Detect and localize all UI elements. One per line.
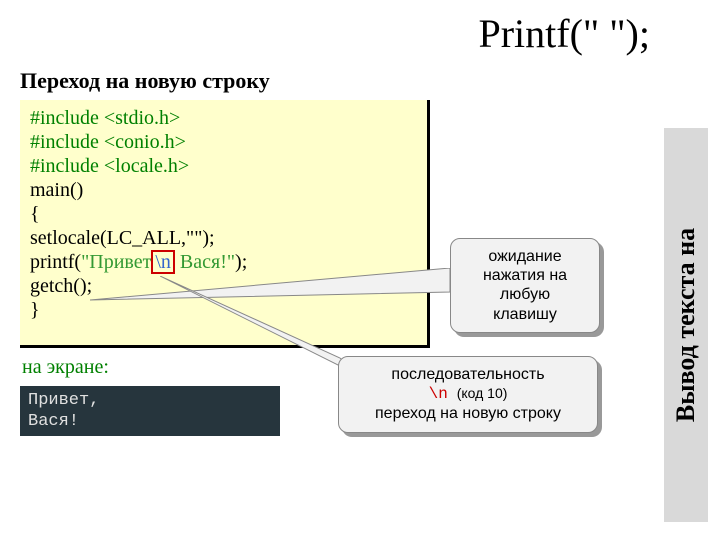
callout2-line3: переход на новую строку xyxy=(349,404,587,423)
callout2-line2: \n (код 10) xyxy=(349,384,587,404)
code-main: main() xyxy=(30,178,417,202)
newline-highlight: \n xyxy=(151,250,175,274)
sidebar-text: Вывод текста на xyxy=(671,228,701,422)
section-subtitle: Переход на новую строку xyxy=(20,68,270,94)
code-block: #include <stdio.h> #include <conio.h> #i… xyxy=(20,100,430,348)
on-screen-label: на экране: xyxy=(22,356,109,379)
callout-newline: последовательность \n (код 10) переход н… xyxy=(338,356,598,433)
code-include-stdio: #include <stdio.h> xyxy=(30,106,417,130)
callout2-line1: последовательность xyxy=(349,365,587,384)
console-output: Привет, Вася! xyxy=(20,386,280,436)
callout1-line4: клавишу xyxy=(461,305,589,324)
code-brace-close: } xyxy=(30,298,417,322)
callout1-line3: любую xyxy=(461,285,589,304)
callout-getch: ожидание нажатия на любую клавишу xyxy=(450,238,600,333)
sidebar-text-container: Вывод текста на xyxy=(664,128,708,522)
page-title: Printf(" "); xyxy=(478,10,650,57)
code-printf: printf("Привет\n Вася!"); xyxy=(30,250,417,274)
code-include-conio: #include <conio.h> xyxy=(30,130,417,154)
code-getch: getch(); xyxy=(30,274,417,298)
code-brace-open: { xyxy=(30,202,417,226)
code-include-locale: #include <locale.h> xyxy=(30,154,417,178)
callout1-line2: нажатия на xyxy=(461,266,589,285)
code-setlocale: setlocale(LC_ALL,""); xyxy=(30,226,417,250)
callout1-line1: ожидание xyxy=(461,247,589,266)
